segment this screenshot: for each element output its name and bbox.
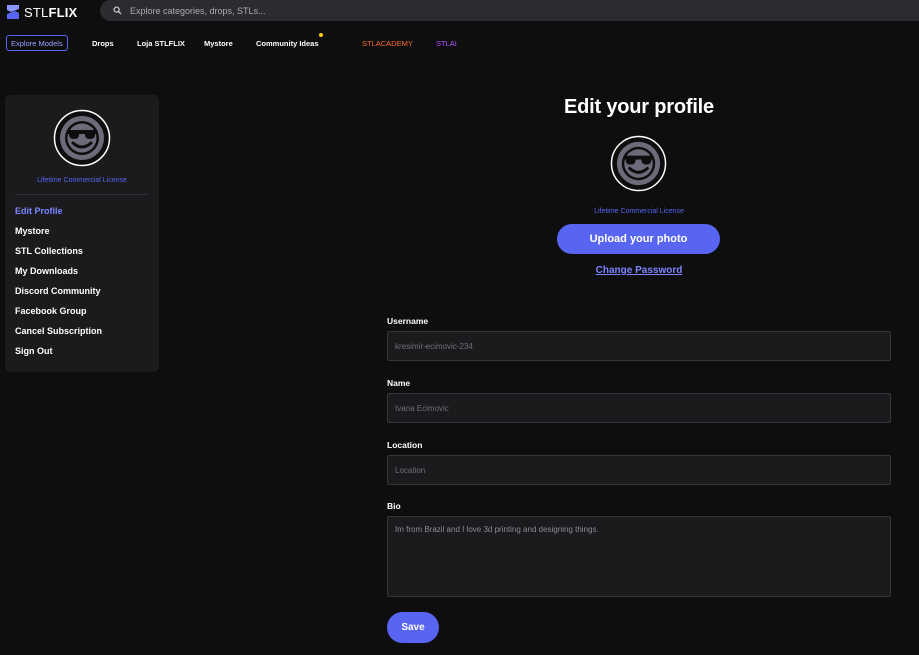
nav-stlai[interactable]: STLAI bbox=[436, 35, 457, 51]
search-icon bbox=[113, 6, 122, 15]
bio-label: Bio bbox=[387, 501, 401, 511]
profile-avatar-icon[interactable] bbox=[610, 135, 667, 192]
nav-loja-stlflix[interactable]: Loja STLFLIX bbox=[137, 35, 185, 51]
nav-stlacademy[interactable]: STLACADEMY bbox=[362, 35, 413, 51]
nav-community-ideas[interactable]: Community Ideas bbox=[256, 33, 323, 51]
search-bar[interactable] bbox=[100, 0, 919, 21]
name-field[interactable] bbox=[387, 393, 891, 423]
stlflix-logo-icon bbox=[7, 5, 19, 19]
profile-license-badge: Lifetime Commercial License bbox=[594, 208, 684, 215]
sidebar-item-stl-collections[interactable]: STL Collections bbox=[15, 245, 102, 265]
logo-text: STLFLIX bbox=[24, 4, 78, 20]
profile-sidebar: Lifetime Commercial License Edit Profile… bbox=[5, 95, 159, 372]
nav-mystore[interactable]: Mystore bbox=[204, 35, 233, 51]
top-bar: STLFLIX bbox=[0, 0, 919, 24]
username-label: Username bbox=[387, 316, 429, 326]
sidebar-item-mystore[interactable]: Mystore bbox=[15, 225, 102, 245]
sidebar-license-badge: Lifetime Commercial License bbox=[37, 177, 127, 184]
sidebar-menu: Edit Profile Mystore STL Collections My … bbox=[15, 205, 102, 365]
name-label: Name bbox=[387, 378, 411, 388]
location-label: Location bbox=[387, 440, 423, 450]
notification-dot bbox=[318, 33, 323, 37]
sidebar-divider bbox=[15, 194, 149, 195]
stlflix-logo[interactable]: STLFLIX bbox=[6, 2, 77, 22]
search-input[interactable] bbox=[130, 5, 730, 16]
username-field[interactable] bbox=[387, 331, 891, 361]
nav-drops[interactable]: Drops bbox=[92, 35, 114, 51]
main-nav: Explore Models Drops Loja STLFLIX Mystor… bbox=[0, 33, 919, 53]
nav-community-ideas-label: Community Ideas bbox=[256, 38, 319, 48]
sidebar-item-sign-out[interactable]: Sign Out bbox=[15, 345, 102, 365]
change-password-link[interactable]: Change Password bbox=[388, 265, 890, 276]
bio-textarea[interactable]: Im from Brazil and I love 3d printing an… bbox=[387, 516, 891, 597]
upload-photo-button[interactable]: Upload your photo bbox=[557, 224, 720, 254]
sidebar-item-cancel-subscription[interactable]: Cancel Subscription bbox=[15, 325, 102, 345]
sunglasses-smiley-icon bbox=[53, 109, 111, 167]
sidebar-item-facebook-group[interactable]: Facebook Group bbox=[15, 305, 102, 325]
location-field[interactable] bbox=[387, 455, 891, 485]
sidebar-item-discord-community[interactable]: Discord Community bbox=[15, 285, 102, 305]
sidebar-item-edit-profile[interactable]: Edit Profile bbox=[15, 205, 102, 225]
page-title: Edit your profile bbox=[564, 96, 714, 118]
nav-explore-models[interactable]: Explore Models bbox=[6, 35, 68, 51]
sidebar-item-my-downloads[interactable]: My Downloads bbox=[15, 265, 102, 285]
save-button[interactable]: Save bbox=[387, 612, 439, 643]
